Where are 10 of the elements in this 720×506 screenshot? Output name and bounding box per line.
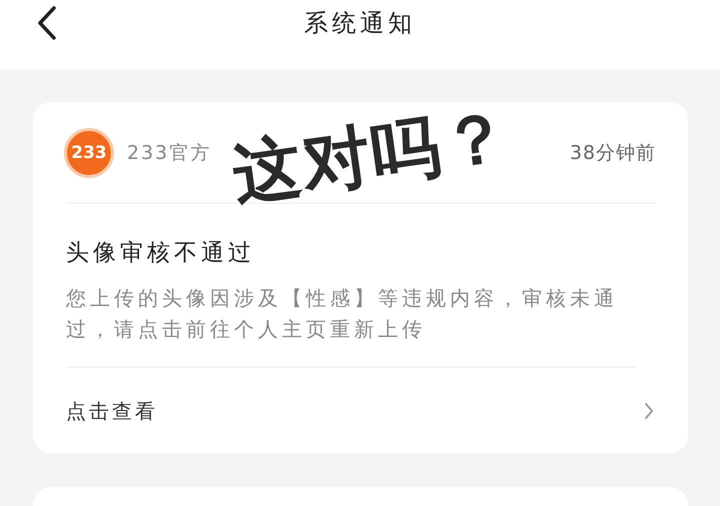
view-link[interactable]: 点击查看 [66, 368, 656, 454]
notification-body: 您上传的头像因涉及【性感】等违规内容，审核未通过，请点击前往个人主页重新上传 [66, 283, 636, 368]
handwritten-annotation: 这对吗？ [227, 96, 517, 216]
page-title: 系统通知 [304, 8, 416, 39]
sender-name: 233官方 [127, 140, 212, 166]
notification-title: 头像审核不通过 [66, 239, 256, 268]
chevron-icon [644, 402, 654, 420]
back-icon[interactable] [37, 6, 57, 40]
time-label: 38分钟前 [570, 140, 656, 166]
avatar: 233 [64, 128, 114, 178]
